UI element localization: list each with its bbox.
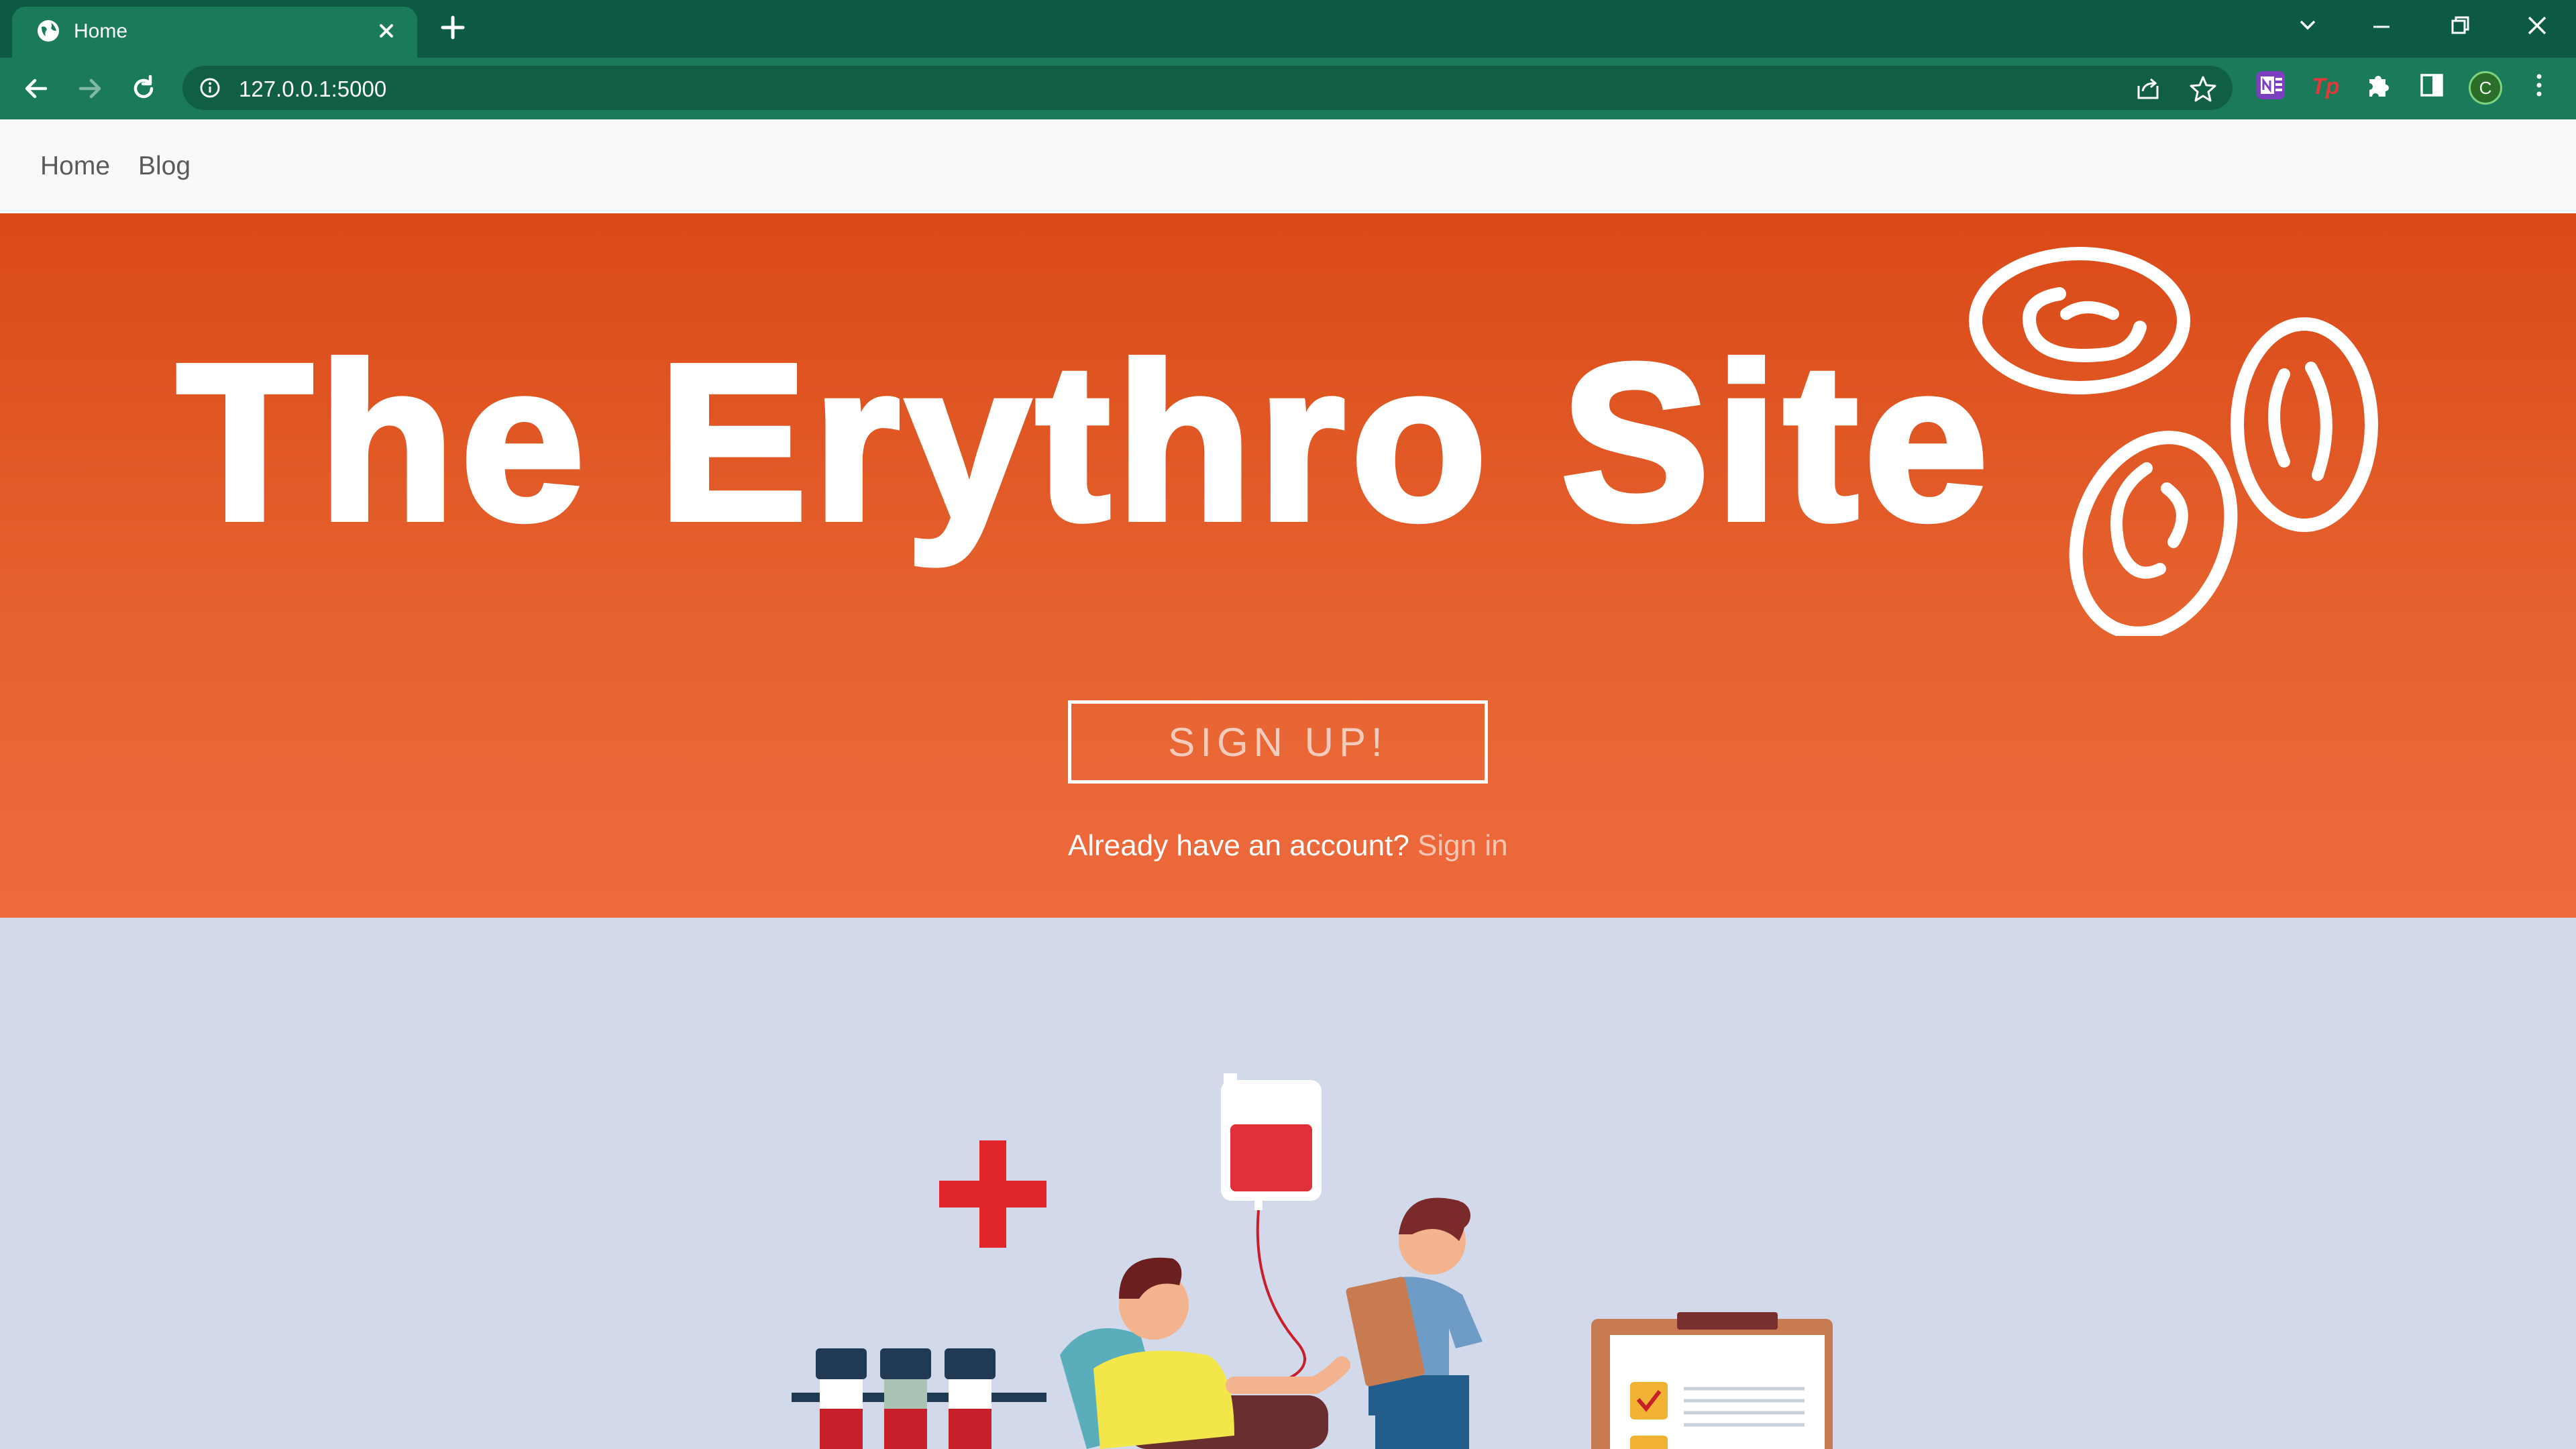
tab-search-icon[interactable]: [2288, 9, 2328, 43]
address-bar[interactable]: 127.0.0.1:5000: [182, 66, 2233, 110]
star-icon[interactable]: [2188, 74, 2218, 103]
nav-link-blog[interactable]: Blog: [138, 152, 191, 181]
tab-title: Home: [74, 20, 128, 42]
svg-text:Tp: Tp: [2312, 74, 2340, 99]
forward-icon[interactable]: [72, 71, 107, 106]
new-tab-icon[interactable]: [437, 12, 468, 43]
blood-donation-illustration: [792, 1073, 1833, 1449]
puzzle-extensions-icon[interactable]: [2363, 70, 2394, 101]
url-text[interactable]: 127.0.0.1:5000: [239, 76, 386, 102]
browser-tab[interactable]: Home: [12, 7, 417, 58]
info-icon[interactable]: [199, 76, 221, 99]
browser-titlebar: Home: [0, 0, 2576, 58]
reload-icon[interactable]: [126, 71, 161, 106]
red-blood-cells-logo: [1969, 247, 2378, 636]
browser-toolbar: 127.0.0.1:5000: [0, 58, 2576, 119]
restore-icon[interactable]: [2439, 9, 2479, 43]
signin-prompt-line: Already have an account? Sign in: [1068, 829, 1508, 863]
sign-up-button[interactable]: SIGN UP!: [1068, 700, 1488, 784]
tp-extension-icon[interactable]: Tp: [2309, 70, 2340, 101]
profile-avatar[interactable]: C: [2469, 71, 2502, 105]
site-navbar: Home Blog: [0, 119, 2576, 213]
close-window-icon[interactable]: [2517, 9, 2557, 43]
globe-icon: [38, 20, 59, 42]
minimize-icon[interactable]: [2361, 9, 2402, 43]
onenote-extension-icon[interactable]: [2255, 70, 2286, 101]
back-icon[interactable]: [19, 71, 54, 106]
side-panel-icon[interactable]: [2416, 70, 2447, 101]
close-icon[interactable]: [372, 16, 401, 46]
sign-in-link[interactable]: Sign in: [1417, 829, 1508, 862]
nav-link-home[interactable]: Home: [40, 152, 110, 181]
more-menu-icon[interactable]: [2524, 70, 2555, 101]
signin-prompt-text: Already have an account?: [1068, 829, 1409, 862]
hero-section: The Erythro Site SIGN UP! Already have a…: [0, 213, 2576, 918]
site-title: The Erythro Site: [174, 318, 1994, 566]
share-icon[interactable]: [2133, 74, 2163, 103]
